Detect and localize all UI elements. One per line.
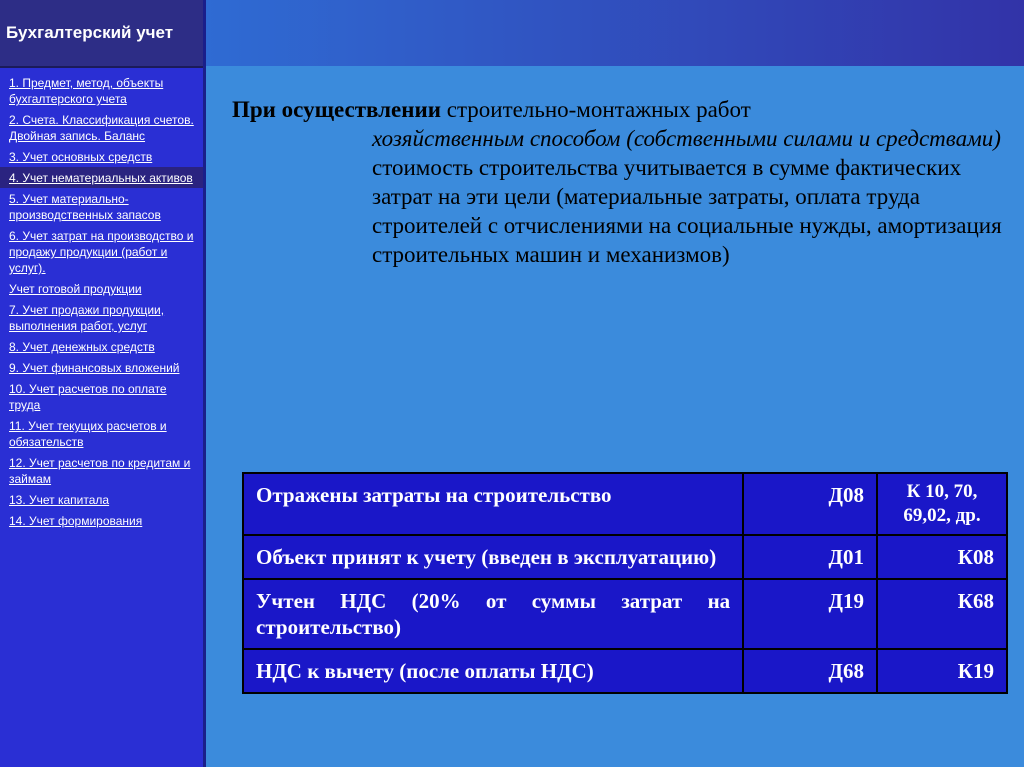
sidebar-item-formation[interactable]: 14. Учет формирования — [0, 510, 203, 531]
sidebar-item-cash[interactable]: 8. Учет денежных средств — [0, 336, 203, 357]
table-row: Отражены затраты на строительство Д08 К … — [241, 472, 1008, 536]
sidebar-item-investments[interactable]: 9. Учет финансовых вложений — [0, 357, 203, 378]
sidebar-item-fixed-assets[interactable]: 3. Учет основных средств — [0, 146, 203, 167]
sidebar-item-accounts[interactable]: 2. Счета. Классификация счетов. Двойная … — [0, 109, 203, 146]
row-debit: Д08 — [742, 472, 878, 536]
row-credit: К68 — [876, 578, 1008, 650]
sidebar-item-payroll[interactable]: 10. Учет расчетов по оплате труда — [0, 378, 203, 415]
sidebar-item-sales[interactable]: 7. Учет продажи продукции, выполнения ра… — [0, 299, 203, 336]
row-description: НДС к вычету (после оплаты НДС) — [241, 648, 745, 694]
line1-rest: строительно-монтажных работ — [441, 97, 751, 122]
body-rest: стоимость строительства учитывается в су… — [372, 155, 1002, 267]
sidebar-item-inventories[interactable]: 5. Учет материально-производственных зап… — [0, 188, 203, 225]
slide-text-line1: При осуществлении строительно-монтажных … — [232, 95, 1002, 124]
table-row: НДС к вычету (после оплаты НДС) Д68 К19 — [241, 648, 1008, 694]
slide-text: При осуществлении строительно-монтажных … — [232, 95, 1002, 269]
sidebar-menu: 1. Предмет, метод, объекты бухгалтерског… — [0, 68, 203, 531]
row-debit: Д19 — [742, 578, 878, 650]
table-row: Объект принят к учету (введен в эксплуат… — [241, 534, 1008, 580]
sidebar-item-loans[interactable]: 12. Учет расчетов по кредитам и займам — [0, 452, 203, 489]
sidebar: Бухгалтерский учет 1. Предмет, метод, об… — [0, 0, 206, 767]
entries-table: Отражены затраты на строительство Д08 К … — [241, 472, 1008, 694]
sidebar-item-subject-method[interactable]: 1. Предмет, метод, объекты бухгалтерског… — [0, 72, 203, 109]
row-description: Отражены затраты на строительство — [241, 472, 745, 536]
row-credit: К19 — [876, 648, 1008, 694]
row-description: Объект принят к учету (введен в эксплуат… — [241, 534, 745, 580]
sidebar-item-finished-goods[interactable]: Учет готовой продукции — [0, 278, 203, 299]
header-band — [206, 0, 1024, 66]
table-row: Учтен НДС (20% от суммы затрат на строит… — [241, 578, 1008, 650]
slide-text-body: хозяйственным способом (собственными сил… — [232, 124, 1002, 269]
italic-phrase: хозяйственным способом (собственными сил… — [372, 126, 1001, 151]
sidebar-item-capital[interactable]: 13. Учет капитала — [0, 489, 203, 510]
sidebar-item-intangible-assets[interactable]: 4. Учет нематериальных активов — [0, 167, 203, 188]
row-debit: Д01 — [742, 534, 878, 580]
sidebar-title: Бухгалтерский учет — [6, 23, 174, 42]
row-debit: Д68 — [742, 648, 878, 694]
sidebar-item-production-costs[interactable]: 6. Учет затрат на производство и продажу… — [0, 225, 203, 278]
sidebar-header: Бухгалтерский учет — [0, 0, 203, 68]
row-credit: К 10, 70, 69,02, др. — [876, 472, 1008, 536]
lead-phrase: При осуществлении — [232, 97, 441, 122]
row-description: Учтен НДС (20% от суммы затрат на строит… — [241, 578, 745, 650]
sidebar-item-current-liabilities[interactable]: 11. Учет текущих расчетов и обязательств — [0, 415, 203, 452]
row-credit: К08 — [876, 534, 1008, 580]
